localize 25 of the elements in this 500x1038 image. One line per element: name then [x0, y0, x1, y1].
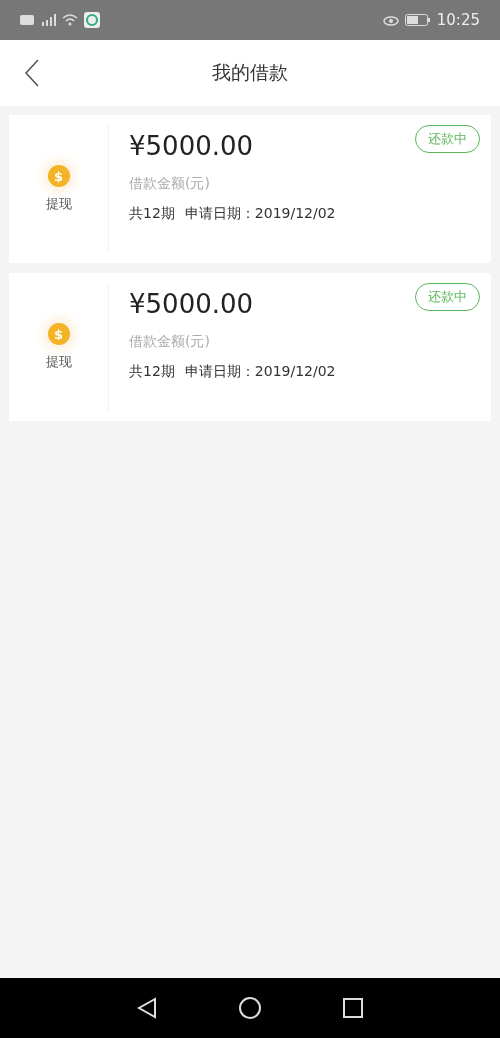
application-date: 申请日期：2019/12/02	[184, 205, 336, 223]
recents-nav-button[interactable]	[342, 997, 364, 1019]
home-nav-button[interactable]	[238, 996, 262, 1020]
back-nav-button[interactable]	[136, 997, 158, 1019]
term-count: 共12期	[129, 205, 175, 223]
loan-card[interactable]: $ 提现 ¥5000.00 借款金额(元) 共12期 申请日期：2019/12/02 还款中	[9, 273, 491, 421]
coin-icon: $	[47, 323, 70, 345]
eye-icon	[382, 14, 399, 26]
term-count: 共12期	[129, 363, 175, 381]
hd-icon	[20, 15, 34, 25]
loan-type-label: 提现	[45, 195, 72, 213]
loan-card[interactable]: $ 提现 ¥5000.00 借款金额(元) 共12期 申请日期：2019/12/02 还款中	[9, 115, 491, 263]
battery-icon	[404, 14, 431, 26]
amount-label: 借款金额(元)	[129, 175, 211, 193]
coin-icon: $	[47, 165, 70, 187]
loan-amount: ¥5000.00	[129, 288, 255, 321]
amount-label: 借款金额(元)	[129, 333, 211, 351]
application-date: 申请日期：2019/12/02	[184, 363, 336, 381]
loan-amount: ¥5000.00	[129, 130, 255, 163]
wifi-icon	[62, 14, 78, 26]
page-title: 我的借款	[212, 60, 288, 85]
app-icon	[84, 12, 100, 28]
signal-icon	[40, 14, 56, 26]
loan-type-label: 提现	[45, 353, 72, 371]
clock-time: 10:25	[436, 11, 480, 29]
